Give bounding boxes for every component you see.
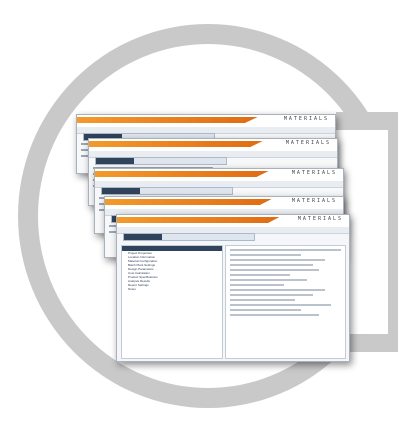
tab-active xyxy=(124,234,162,240)
logo-text: MATERIALS xyxy=(291,170,337,176)
logo-text: MATERIALS xyxy=(291,198,337,204)
details-panel xyxy=(225,245,346,359)
ring-bar xyxy=(388,112,398,352)
app-window-front: MATERIALS Project Properties Location In… xyxy=(116,214,350,362)
tab-strip xyxy=(95,157,227,165)
tree-item[interactable]: Notes xyxy=(122,287,222,291)
logo-text: MATERIALS xyxy=(283,116,329,122)
tree-panel: Project Properties Location Information … xyxy=(121,245,223,359)
logo: MATERIALS xyxy=(292,198,337,204)
logo: MATERIALS xyxy=(284,116,329,122)
logo: MATERIALS xyxy=(292,170,337,176)
tab-strip xyxy=(123,233,255,241)
logo-text: MATERIALS xyxy=(297,216,343,222)
orange-banner xyxy=(117,217,280,223)
orange-banner xyxy=(95,171,269,177)
illustration: MATERIALS MATERIALS MATERIALS MATERIALS … xyxy=(0,0,403,434)
tab-active xyxy=(102,188,140,194)
tab-active xyxy=(96,158,134,164)
logo-text: MATERIALS xyxy=(285,140,331,146)
orange-banner xyxy=(77,117,258,123)
ring-cap-top xyxy=(336,112,388,130)
tab-strip xyxy=(101,187,233,195)
logo: MATERIALS xyxy=(286,140,331,146)
logo: MATERIALS xyxy=(298,216,343,222)
orange-banner xyxy=(105,199,272,205)
orange-banner xyxy=(89,141,263,147)
